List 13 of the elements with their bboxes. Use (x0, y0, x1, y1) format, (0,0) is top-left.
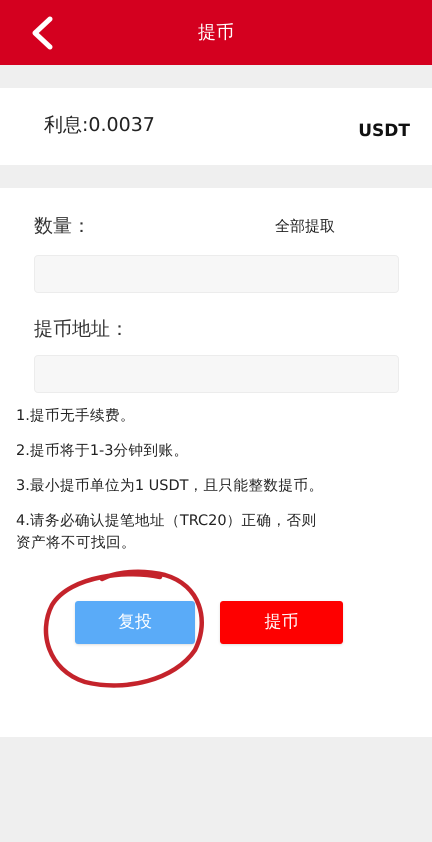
note-text: 4.请务必确认提笔地址（TRC20）正确，否则资产将不可找回。 (16, 512, 318, 553)
note-text: 3.最小提币单位为1 USDT，且只能整数提币。 (16, 476, 325, 496)
page-title: 提币 (198, 22, 234, 43)
interest-text: 利息:0.0037 (44, 113, 155, 138)
back-icon[interactable] (30, 16, 54, 50)
address-label: 提币地址： (34, 318, 129, 340)
currency-label: USDT (358, 120, 410, 143)
withdraw-button[interactable]: 提币 (220, 601, 343, 644)
note-text: 1.提币无手续费。 (16, 406, 136, 426)
withdraw-all-link[interactable]: 全部提取 (275, 215, 335, 238)
amount-label: 数量： (34, 214, 92, 239)
note-text: 2.提币将于1-3分钟到账。 (16, 442, 190, 461)
reinvest-button[interactable]: 复投 (75, 601, 195, 644)
